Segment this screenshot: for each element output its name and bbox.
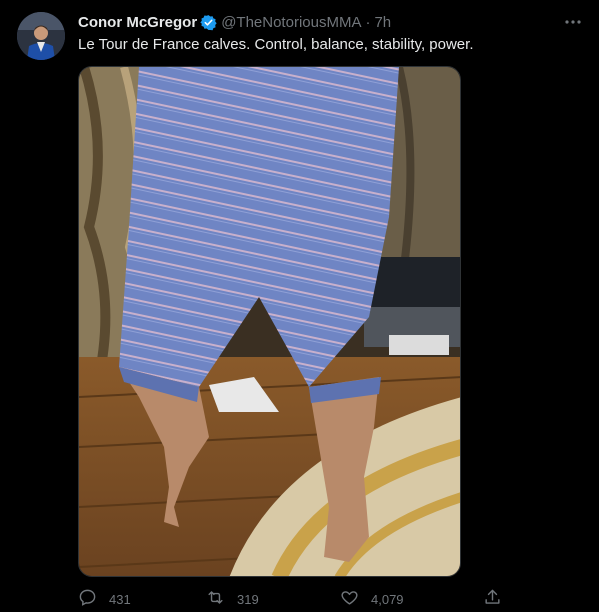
share-icon (483, 588, 514, 610)
tweet[interactable]: Conor McGregor @TheNotoriousMMA · 7h Le … (0, 0, 599, 612)
retweet-button[interactable]: 319 (206, 588, 259, 610)
avatar[interactable] (17, 12, 65, 60)
author-name[interactable]: Conor McGregor (78, 14, 197, 31)
retweet-count: 319 (237, 591, 259, 607)
tweet-actions: 431 319 4,079 (78, 588, 508, 610)
verified-icon (200, 14, 217, 31)
reply-count: 431 (109, 591, 131, 607)
like-count: 4,079 (371, 591, 404, 607)
tweet-header: Conor McGregor @TheNotoriousMMA · 7h (78, 12, 391, 32)
tweet-time[interactable]: 7h (374, 14, 391, 31)
separator: · (365, 13, 371, 31)
retweet-icon (206, 588, 237, 610)
tweet-text: Le Tour de France calves. Control, balan… (78, 36, 474, 53)
author-handle[interactable]: @TheNotoriousMMA (221, 14, 361, 31)
tweet-photo[interactable] (78, 66, 461, 577)
reply-icon (78, 588, 109, 610)
like-icon (340, 588, 371, 610)
like-button[interactable]: 4,079 (340, 588, 404, 610)
share-button[interactable] (483, 588, 514, 610)
reply-button[interactable]: 431 (78, 588, 131, 610)
more-icon[interactable] (563, 12, 583, 32)
